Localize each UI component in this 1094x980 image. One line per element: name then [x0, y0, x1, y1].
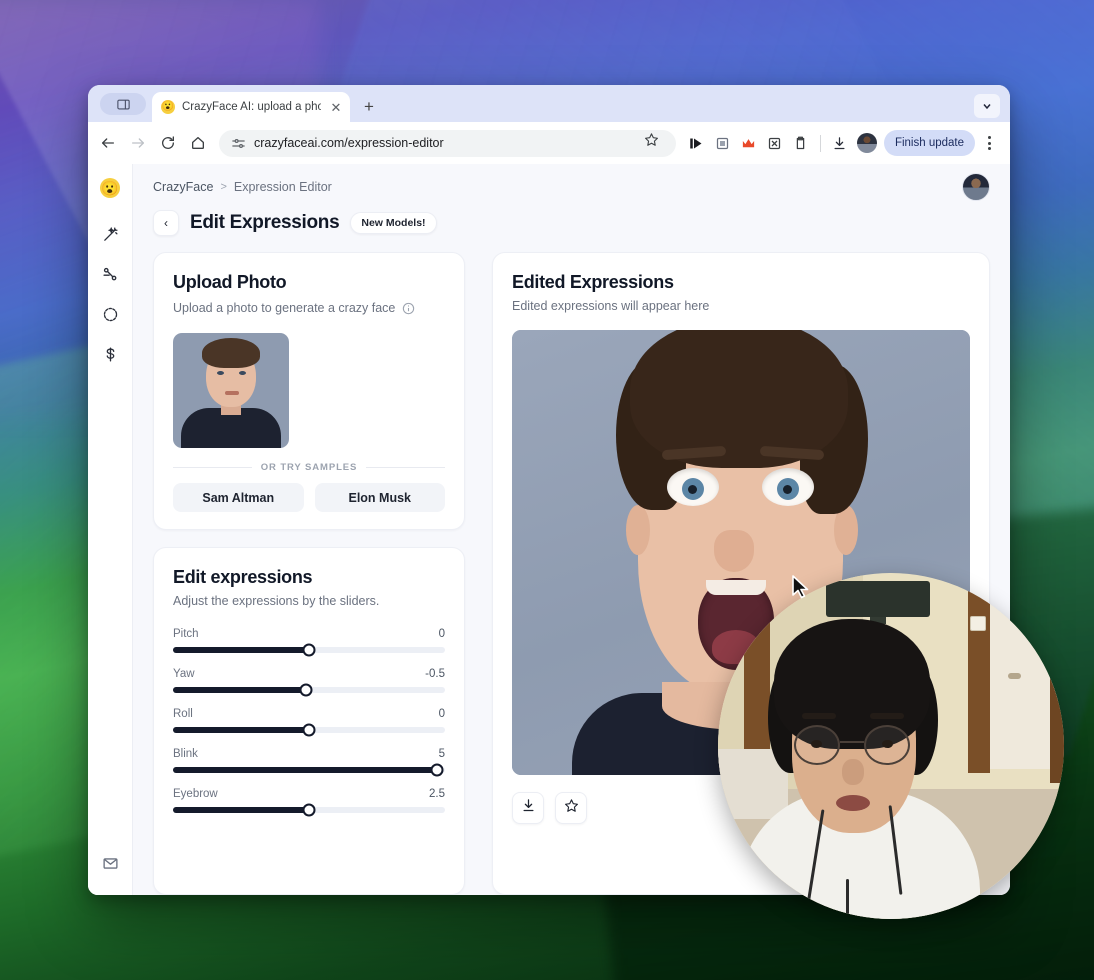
- sample-buttons-row: Sam Altman Elon Musk: [173, 483, 445, 512]
- profile-avatar[interactable]: [856, 133, 877, 153]
- star-icon: [564, 798, 579, 818]
- extension-screenshot-icon[interactable]: [711, 131, 735, 155]
- slider-label: Blink: [173, 748, 198, 760]
- finish-update-button[interactable]: Finish update: [883, 130, 975, 156]
- sample-button-sam-altman[interactable]: Sam Altman: [173, 483, 304, 512]
- slider-pitch: Pitch 0: [173, 628, 445, 657]
- slider-value: 5: [438, 748, 445, 760]
- slider-value: 0: [438, 628, 445, 640]
- slider-label: Pitch: [173, 628, 199, 640]
- history-clock-icon[interactable]: [94, 298, 126, 330]
- slider-blink: Blink 5: [173, 748, 445, 777]
- breadcrumb-root[interactable]: CrazyFace: [153, 180, 213, 194]
- upload-photo-card: Upload Photo Upload a photo to generate …: [153, 252, 465, 530]
- upload-card-subtitle: Upload a photo to generate a crazy face: [173, 301, 396, 315]
- samples-divider-label: OR TRY SAMPLES: [260, 462, 358, 473]
- page-header: ‹ Edit Expressions New Models!: [153, 210, 990, 236]
- upload-card-title: Upload Photo: [173, 272, 287, 292]
- slider-value: 0: [438, 708, 445, 720]
- home-icon[interactable]: [184, 129, 212, 157]
- result-card-subtitle: Edited expressions will appear here: [512, 299, 710, 313]
- page-title: Edit Expressions: [190, 212, 340, 233]
- pricing-dollar-icon[interactable]: [94, 338, 126, 370]
- close-icon[interactable]: ✕: [328, 99, 344, 115]
- kebab-menu-icon[interactable]: [977, 130, 1001, 156]
- slider-label: Eyebrow: [173, 788, 218, 800]
- slider-label: Yaw: [173, 668, 195, 680]
- slider-roll: Roll 0: [173, 708, 445, 737]
- desktop-wallpaper: 😮 CrazyFace AI: upload a photo ✕ + crazy…: [0, 0, 1094, 980]
- presenter-webcam-bubble: [718, 573, 1064, 919]
- tab-title: CrazyFace AI: upload a photo: [182, 101, 321, 113]
- extension-bookmark-manager-icon[interactable]: [685, 131, 709, 155]
- reload-icon[interactable]: [154, 129, 182, 157]
- sample-button-elon-musk[interactable]: Elon Musk: [314, 483, 445, 512]
- download-result-button[interactable]: [512, 792, 544, 824]
- new-tab-button[interactable]: +: [356, 93, 382, 119]
- crazyface-logo-icon[interactable]: 😮: [100, 178, 120, 198]
- slider-track[interactable]: [173, 643, 445, 657]
- slider-yaw: Yaw -0.5: [173, 668, 445, 697]
- browser-tab-strip: 😮 CrazyFace AI: upload a photo ✕ +: [88, 85, 1010, 122]
- toolbar-divider: [819, 134, 821, 152]
- extension-clipboard-icon[interactable]: [789, 131, 813, 155]
- slider-value: 2.5: [429, 788, 445, 800]
- back-button[interactable]: ‹: [153, 210, 179, 236]
- slider-track[interactable]: [173, 683, 445, 697]
- breadcrumb-current: Expression Editor: [233, 180, 332, 194]
- address-bar[interactable]: crazyfaceai.com/expression-editor: [219, 129, 676, 157]
- breadcrumb-separator: >: [220, 181, 227, 193]
- arrow-left-icon[interactable]: [94, 129, 122, 157]
- edit-card-title: Edit expressions: [173, 567, 313, 587]
- download-icon[interactable]: [828, 131, 852, 155]
- download-icon: [521, 798, 536, 818]
- app-sidebar: 😮: [88, 164, 133, 895]
- chevron-down-icon[interactable]: [974, 94, 1000, 118]
- star-icon[interactable]: [644, 132, 666, 154]
- address-bar-url: crazyfaceai.com/expression-editor: [254, 136, 444, 150]
- node-edit-icon[interactable]: [94, 258, 126, 290]
- edit-card-subtitle: Adjust the expressions by the sliders.: [173, 594, 380, 608]
- extension-crown-icon[interactable]: [737, 131, 761, 155]
- browser-tab-active[interactable]: 😮 CrazyFace AI: upload a photo ✕: [152, 92, 350, 122]
- left-column: Upload Photo Upload a photo to generate …: [153, 252, 465, 895]
- surprised-face-emoji-icon: 😮: [161, 100, 175, 114]
- arrow-right-icon[interactable]: [124, 129, 152, 157]
- samples-divider: OR TRY SAMPLES: [173, 462, 445, 473]
- upload-card-subtitle-row: Upload a photo to generate a crazy face: [173, 301, 445, 315]
- extension-x-icon[interactable]: [763, 131, 787, 155]
- edit-expressions-card: Edit expressions Adjust the expressions …: [153, 547, 465, 895]
- breadcrumb: CrazyFace > Expression Editor: [153, 180, 990, 194]
- browser-toolbar: crazyfaceai.com/expression-editor Finish…: [88, 122, 1010, 164]
- magic-wand-icon[interactable]: [94, 218, 126, 250]
- slider-track[interactable]: [173, 803, 445, 817]
- slider-label: Roll: [173, 708, 193, 720]
- tune-icon[interactable]: [231, 136, 246, 151]
- slider-track[interactable]: [173, 763, 445, 777]
- mouse-pointer: [792, 575, 809, 599]
- slider-value: -0.5: [425, 668, 445, 680]
- new-models-badge[interactable]: New Models!: [350, 212, 437, 234]
- account-avatar[interactable]: [962, 173, 990, 201]
- mail-icon[interactable]: [94, 847, 126, 879]
- slider-track[interactable]: [173, 723, 445, 737]
- slider-eyebrow: Eyebrow 2.5: [173, 788, 445, 817]
- favorite-result-button[interactable]: [555, 792, 587, 824]
- sliders-list: Pitch 0 Yaw -0.5 Roll 0 Blink 5 Eyebrow …: [173, 628, 445, 817]
- info-icon[interactable]: [402, 302, 415, 315]
- side-panel-icon[interactable]: [100, 93, 146, 115]
- result-card-title: Edited Expressions: [512, 272, 674, 292]
- uploaded-photo-thumbnail[interactable]: [173, 333, 289, 448]
